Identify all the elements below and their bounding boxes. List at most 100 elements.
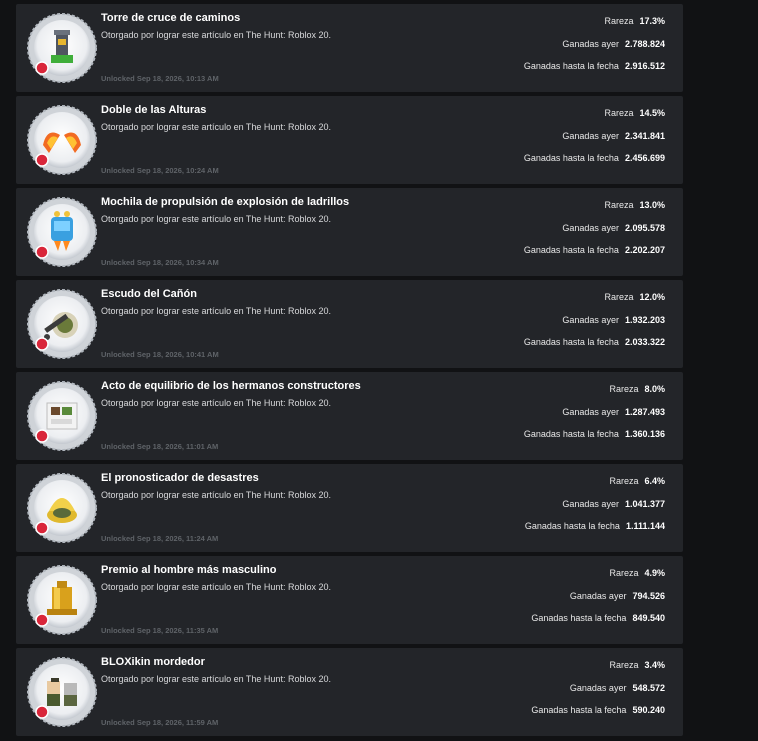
won-to-date-value: 2.916.512	[624, 61, 665, 71]
won-yesterday-value: 1.041.377	[624, 499, 665, 509]
balance-act-icon	[27, 381, 97, 451]
rarity-stat: Rareza 8.0%	[609, 384, 665, 394]
won-yesterday-stat: Ganadas ayer 2.095.578	[562, 223, 665, 233]
badge-title[interactable]: BLOXikin mordedor	[101, 656, 205, 668]
won-yesterday-stat: Ganadas ayer 1.932.203	[562, 315, 665, 325]
rarity-stat: Rareza 12.0%	[604, 292, 665, 302]
badge-image[interactable]	[27, 13, 97, 83]
won-to-date-value: 1.111.144	[625, 521, 665, 531]
badge-description: Otorgado por lograr este artículo en The…	[101, 122, 331, 132]
crossroads-tower-icon	[27, 13, 97, 83]
badge-title[interactable]: Torre de cruce de caminos	[101, 12, 240, 24]
won-to-date-value: 1.360.136	[624, 429, 665, 439]
rarity-label: Rareza	[609, 384, 639, 394]
won-yesterday-label: Ganadas ayer	[562, 315, 619, 325]
badge-title[interactable]: Mochila de propulsión de explosión de la…	[101, 196, 349, 208]
badge-card[interactable]: El pronosticador de desastres Otorgado p…	[16, 464, 683, 552]
rarity-label: Rareza	[609, 660, 639, 670]
badge-title[interactable]: Premio al hombre más masculino	[101, 564, 276, 576]
rarity-stat: Rareza 3.4%	[609, 660, 665, 670]
badge-description: Otorgado por lograr este artículo en The…	[101, 398, 331, 408]
rarity-label: Rareza	[609, 476, 639, 486]
rarity-stat: Rareza 14.5%	[604, 108, 665, 118]
won-to-date-value: 2.456.699	[624, 153, 665, 163]
badge-unlocked-date: Unlocked Sep 18, 2026, 11:24 AM	[101, 534, 219, 543]
badge-title[interactable]: El pronosticador de desastres	[101, 472, 259, 484]
won-yesterday-label: Ganadas ayer	[562, 223, 619, 233]
badge-description: Otorgado por lograr este artículo en The…	[101, 214, 331, 224]
badge-description: Otorgado por lograr este artículo en The…	[101, 582, 331, 592]
rarity-label: Rareza	[604, 108, 634, 118]
rarity-stat: Rareza 4.9%	[609, 568, 665, 578]
rarity-value: 8.0%	[644, 384, 665, 394]
badge-unlocked-date: Unlocked Sep 18, 2026, 10:13 AM	[101, 74, 219, 83]
badge-description: Otorgado por lograr este artículo en The…	[101, 674, 331, 684]
badge-card[interactable]: Escudo del Cañón Otorgado por lograr est…	[16, 280, 683, 368]
won-yesterday-value: 1.932.203	[624, 315, 665, 325]
badge-description: Otorgado por lograr este artículo en The…	[101, 30, 331, 40]
badge-card[interactable]: Doble de las Alturas Otorgado por lograr…	[16, 96, 683, 184]
won-to-date-value: 849.540	[632, 613, 665, 623]
badge-unlocked-date: Unlocked Sep 18, 2026, 10:34 AM	[101, 258, 219, 267]
badge-unlocked-date: Unlocked Sep 18, 2026, 11:35 AM	[101, 626, 219, 635]
badge-title[interactable]: Doble de las Alturas	[101, 104, 206, 116]
badge-unlocked-date: Unlocked Sep 18, 2026, 11:59 AM	[101, 718, 219, 727]
badge-card[interactable]: Acto de equilibrio de los hermanos const…	[16, 372, 683, 460]
won-yesterday-stat: Ganadas ayer 794.526	[570, 591, 665, 601]
badge-card[interactable]: Premio al hombre más masculino Otorgado …	[16, 556, 683, 644]
badge-image[interactable]	[27, 473, 97, 543]
won-to-date-stat: Ganadas hasta la fecha 590.240	[531, 705, 665, 715]
badge-description: Otorgado por lograr este artículo en The…	[101, 490, 331, 500]
cannon-shield-icon	[27, 289, 97, 359]
badge-image[interactable]	[27, 197, 97, 267]
rarity-value: 17.3%	[639, 16, 665, 26]
badge-title[interactable]: Escudo del Cañón	[101, 288, 197, 300]
won-to-date-label: Ganadas hasta la fecha	[523, 153, 619, 163]
badge-unlocked-date: Unlocked Sep 18, 2026, 10:41 AM	[101, 350, 219, 359]
won-to-date-label: Ganadas hasta la fecha	[523, 429, 619, 439]
won-to-date-label: Ganadas hasta la fecha	[524, 521, 620, 531]
won-yesterday-label: Ganadas ayer	[562, 39, 619, 49]
rarity-label: Rareza	[604, 200, 634, 210]
badge-card[interactable]: Torre de cruce de caminos Otorgado por l…	[16, 4, 683, 92]
badge-list: Torre de cruce de caminos Otorgado por l…	[16, 0, 683, 736]
badge-image[interactable]	[27, 381, 97, 451]
won-yesterday-value: 548.572	[632, 683, 665, 693]
won-yesterday-label: Ganadas ayer	[562, 499, 619, 509]
won-to-date-value: 590.240	[632, 705, 665, 715]
won-to-date-label: Ganadas hasta la fecha	[531, 705, 627, 715]
won-to-date-label: Ganadas hasta la fecha	[523, 61, 619, 71]
badge-image[interactable]	[27, 657, 97, 727]
won-to-date-label: Ganadas hasta la fecha	[531, 613, 627, 623]
badge-title[interactable]: Acto de equilibrio de los hermanos const…	[101, 380, 361, 392]
won-yesterday-label: Ganadas ayer	[569, 683, 627, 693]
badge-unlocked-date: Unlocked Sep 18, 2026, 11:01 AM	[101, 442, 219, 451]
rarity-value: 3.4%	[644, 660, 665, 670]
badge-image[interactable]	[27, 105, 97, 175]
badge-image[interactable]	[27, 565, 97, 635]
badge-card[interactable]: Mochila de propulsión de explosión de la…	[16, 188, 683, 276]
won-to-date-stat: Ganadas hasta la fecha 2.202.207	[524, 245, 665, 255]
badge-image[interactable]	[27, 289, 97, 359]
won-yesterday-value: 794.526	[632, 591, 665, 601]
rarity-label: Rareza	[604, 16, 634, 26]
won-to-date-stat: Ganadas hasta la fecha 849.540	[531, 613, 665, 623]
rarity-stat: Rareza 17.3%	[604, 16, 665, 26]
disaster-forecaster-icon	[27, 473, 97, 543]
won-to-date-stat: Ganadas hasta la fecha 2.916.512	[524, 61, 665, 71]
won-yesterday-value: 2.095.578	[624, 223, 665, 233]
won-to-date-value: 2.033.322	[624, 337, 665, 347]
fire-wings-icon	[27, 105, 97, 175]
badge-card[interactable]: BLOXikin mordedor Otorgado por lograr es…	[16, 648, 683, 736]
won-yesterday-value: 2.341.841	[624, 131, 665, 141]
rarity-value: 6.4%	[644, 476, 665, 486]
won-yesterday-stat: Ganadas ayer 2.788.824	[562, 39, 665, 49]
won-yesterday-stat: Ganadas ayer 548.572	[570, 683, 665, 693]
won-yesterday-label: Ganadas ayer	[562, 407, 619, 417]
rarity-value: 4.9%	[644, 568, 665, 578]
won-yesterday-stat: Ganadas ayer 2.341.841	[562, 131, 665, 141]
won-yesterday-value: 1.287.493	[624, 407, 665, 417]
won-to-date-stat: Ganadas hasta la fecha 2.456.699	[524, 153, 665, 163]
rarity-stat: Rareza 6.4%	[609, 476, 665, 486]
rarity-label: Rareza	[609, 568, 639, 578]
